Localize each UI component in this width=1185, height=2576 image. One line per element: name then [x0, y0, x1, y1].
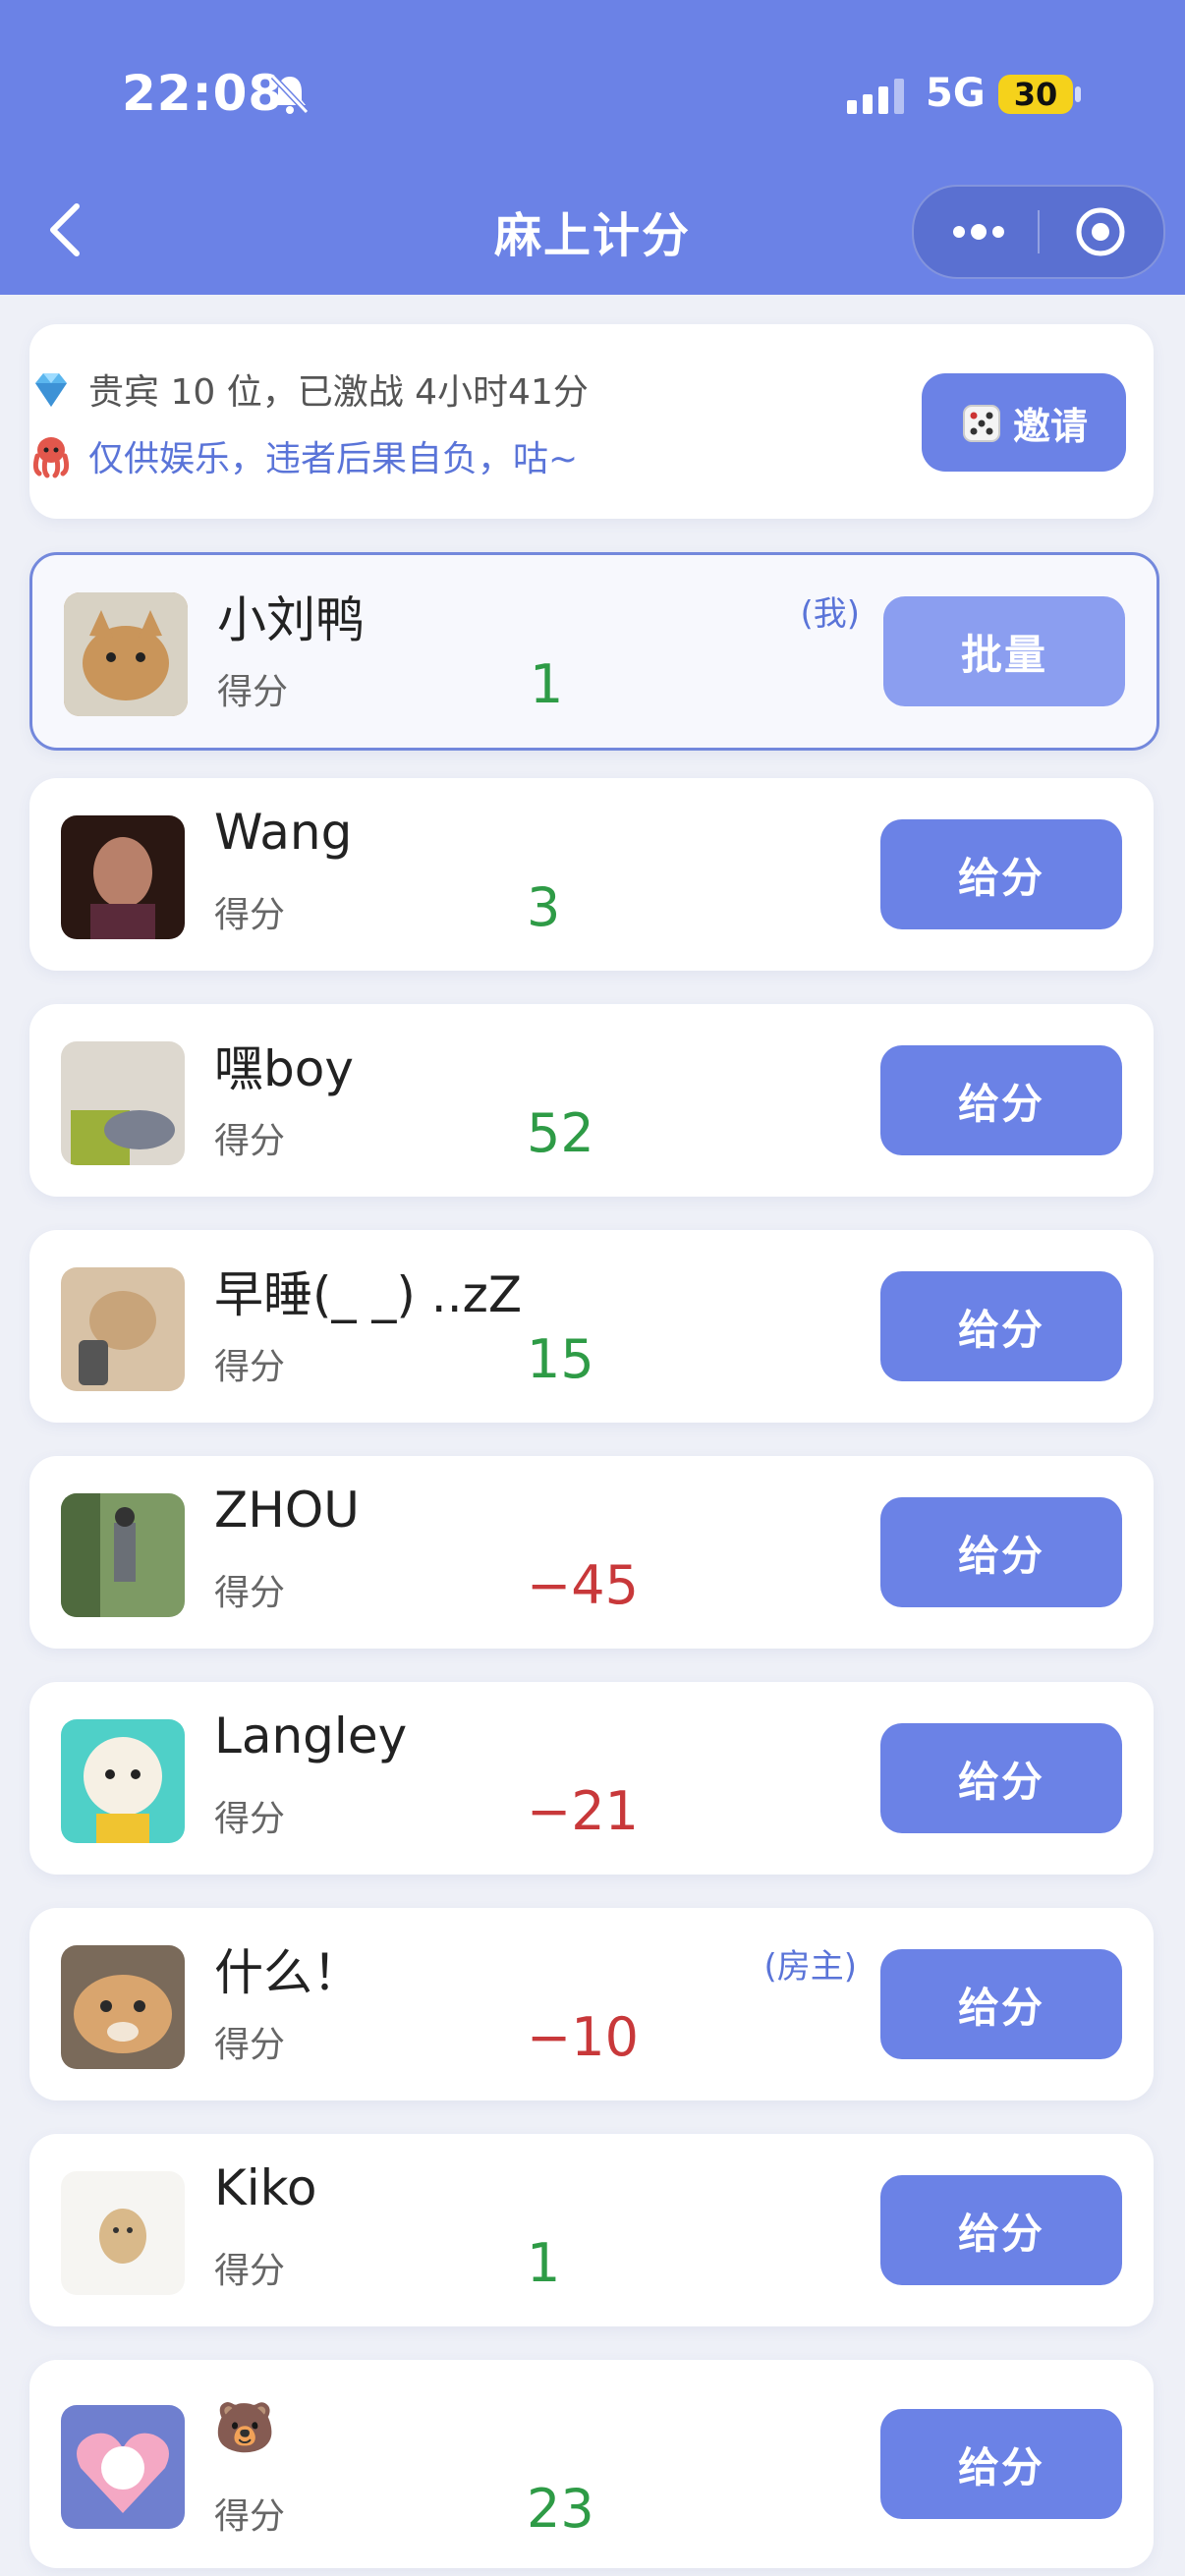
- score-label: 得分: [214, 895, 286, 935]
- player-card: 早睡(_ _) ..zZ 得分 15 给分: [29, 1230, 1154, 1423]
- player-score: −10: [527, 2006, 639, 2068]
- room-stats: 贵宾 10 位，已激战 4小时41分: [28, 364, 589, 415]
- bell-muted-icon: [270, 74, 310, 115]
- player-card: Kiko 得分 1 给分: [29, 2134, 1154, 2326]
- player-name: Wang: [214, 804, 353, 861]
- avatar: [61, 2171, 185, 2295]
- battery-cap: [1075, 86, 1081, 102]
- disclaimer-text: 仅供娱乐，违者后果自负，咕~: [88, 439, 579, 479]
- capsule-divider: [1038, 210, 1040, 253]
- give-score-button[interactable]: 给分: [880, 819, 1122, 929]
- battery-indicator: 30: [998, 75, 1073, 114]
- player-name: 🐻: [214, 2399, 276, 2456]
- player-score: 15: [527, 1328, 594, 1390]
- player-card: 什么！ (房主) 得分 −10 给分: [29, 1908, 1154, 2100]
- player-card: 嘿boy 得分 52 给分: [29, 1004, 1154, 1197]
- score-label: 得分: [214, 2251, 286, 2291]
- give-score-button[interactable]: 给分: [880, 1723, 1122, 1833]
- player-score: 23: [527, 2478, 594, 2540]
- octopus-icon: [32, 437, 70, 478]
- score-label: 得分: [214, 1799, 286, 1839]
- signal-icon: [847, 79, 904, 114]
- avatar: [61, 815, 185, 939]
- player-score: 3: [527, 876, 561, 938]
- give-score-button[interactable]: 给分: [880, 1045, 1122, 1155]
- player-score: 1: [530, 653, 564, 715]
- record-target-icon[interactable]: [1075, 206, 1126, 257]
- player-card: Wang 得分 3 给分: [29, 778, 1154, 971]
- give-score-button[interactable]: 给分: [880, 1497, 1122, 1607]
- disclaimer: 仅供娱乐，违者后果自负，咕~: [28, 430, 578, 481]
- give-score-button[interactable]: 给分: [880, 1949, 1122, 2059]
- score-label: 得分: [214, 2025, 286, 2065]
- avatar: [61, 1041, 185, 1165]
- dice-icon: [962, 405, 1000, 442]
- more-dots-icon[interactable]: [949, 214, 1008, 250]
- score-label: 得分: [217, 672, 289, 712]
- give-score-button[interactable]: 给分: [880, 2409, 1122, 2519]
- player-card: Langley 得分 −21 给分: [29, 1682, 1154, 1875]
- batch-button[interactable]: 批量: [883, 596, 1125, 706]
- avatar: [61, 2405, 185, 2529]
- avatar: [61, 1719, 185, 1843]
- diamond-icon: [35, 373, 67, 407]
- mini-program-capsule: [912, 185, 1165, 279]
- player-tag: (房主): [763, 1947, 857, 1987]
- player-score: 52: [527, 1102, 594, 1164]
- avatar: [61, 1945, 185, 2069]
- player-score: −45: [527, 1554, 639, 1616]
- player-name: 什么！: [214, 1944, 362, 2001]
- avatar: [61, 1267, 185, 1391]
- player-name: 早睡(_ _) ..zZ: [214, 1266, 523, 1323]
- player-score: 1: [527, 2232, 561, 2294]
- give-score-button[interactable]: 给分: [880, 1271, 1122, 1381]
- invite-label: 邀请: [1012, 404, 1088, 448]
- app-header: 22:08 5G 30 麻上计分: [0, 0, 1185, 295]
- room-stats-text: 贵宾 10 位，已激战 4小时41分: [88, 372, 589, 413]
- score-label: 得分: [214, 1573, 286, 1613]
- score-label: 得分: [214, 1121, 286, 1161]
- avatar: [61, 1493, 185, 1617]
- network-type: 5G: [926, 71, 986, 116]
- player-name: Langley: [214, 1708, 408, 1764]
- status-time: 22:08: [122, 65, 284, 122]
- player-name: Kiko: [214, 2159, 317, 2216]
- player-card: ZHOU 得分 −45 给分: [29, 1456, 1154, 1649]
- player-name: 嘿boy: [214, 1040, 354, 1097]
- player-tag: (我): [800, 594, 860, 634]
- give-score-button[interactable]: 给分: [880, 2175, 1122, 2285]
- player-card: 🐻 得分 23 给分: [29, 2360, 1154, 2568]
- score-label: 得分: [214, 2496, 286, 2537]
- invite-button[interactable]: 邀请: [922, 373, 1126, 472]
- score-label: 得分: [214, 1347, 286, 1387]
- player-name: 小刘鸭: [217, 591, 365, 648]
- avatar: [64, 592, 188, 716]
- player-name: ZHOU: [214, 1482, 360, 1539]
- player-card: 小刘鸭 (我) 得分 1 批量: [29, 552, 1159, 751]
- player-score: −21: [527, 1780, 639, 1842]
